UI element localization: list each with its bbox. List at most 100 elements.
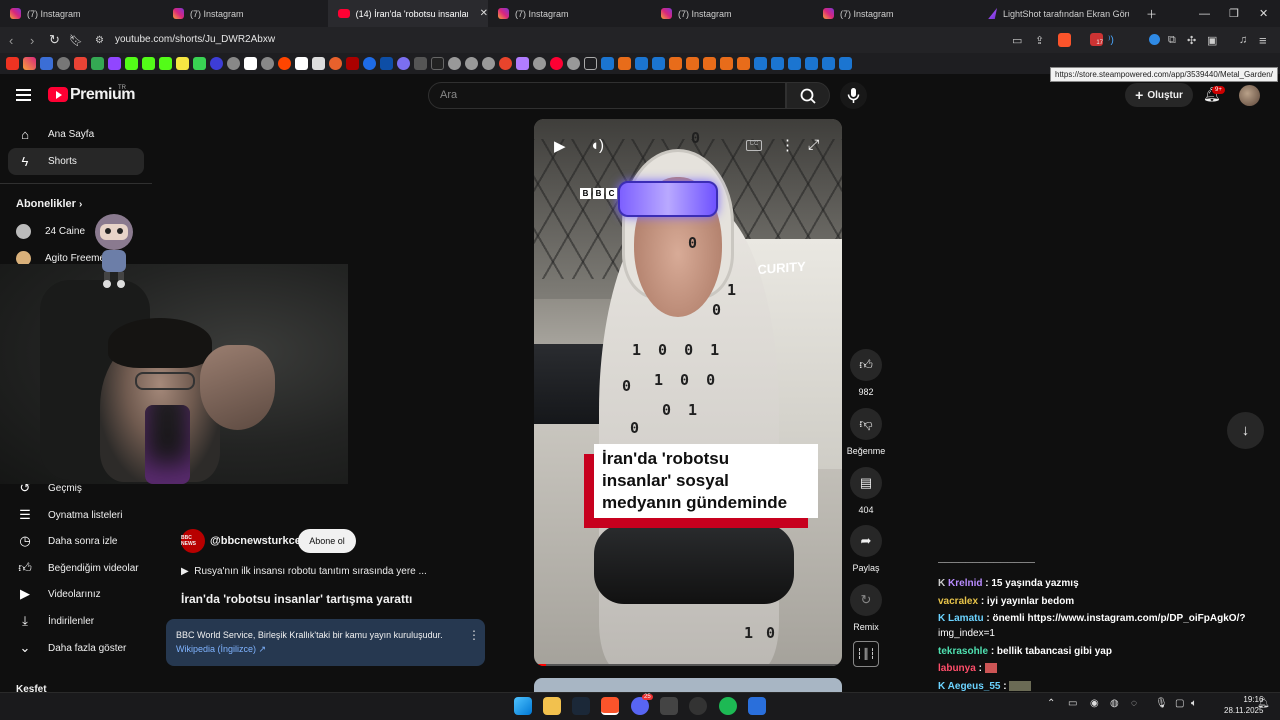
menu-icon[interactable]: ≡	[1259, 27, 1267, 53]
sidebar-item-home[interactable]: ⌂ Ana Sayfa	[16, 124, 94, 144]
channel-handle[interactable]: @bbcnewsturkce	[210, 535, 301, 547]
bookmark-icon[interactable]	[108, 57, 121, 70]
bookmark-icon[interactable]	[244, 57, 257, 70]
bookmark-icon[interactable]	[346, 57, 359, 70]
tab-instagram-3[interactable]: (7) Instagram	[488, 0, 650, 27]
bookmark-icon[interactable]	[567, 57, 580, 70]
bookmark-icon[interactable]	[91, 57, 104, 70]
next-video-button[interactable]: ↓	[1227, 412, 1264, 449]
bookmark-icon[interactable]	[227, 57, 240, 70]
battery-icon[interactable]: ▭	[1068, 698, 1077, 709]
comments-button[interactable]: ▤ 404	[846, 467, 886, 515]
forward-button[interactable]: ›	[30, 27, 34, 53]
wikipedia-link[interactable]: Wikipedia (İngilizce) ↗	[176, 642, 475, 656]
bookmark-icon[interactable]	[295, 57, 308, 70]
tray-app-icon[interactable]: ◉	[1090, 698, 1099, 709]
bookmark-icon[interactable]	[414, 57, 427, 70]
bookmark-icon[interactable]: 🔖︎	[69, 27, 83, 53]
dislike-button[interactable]: 👎︎ Beğenme	[846, 408, 886, 456]
app-icon[interactable]	[748, 697, 766, 715]
volume-icon[interactable]: ◖)	[590, 137, 604, 154]
cast-icon[interactable]: ▭	[1012, 27, 1022, 53]
site-settings-icon[interactable]: ⚙	[95, 27, 104, 53]
brave-browser-icon[interactable]	[601, 697, 619, 715]
bookmark-icon[interactable]	[431, 57, 444, 70]
bookmark-icon[interactable]	[669, 57, 682, 70]
youtube-logo-icon[interactable]	[48, 87, 68, 102]
steam-bookmark-icon[interactable]	[652, 57, 665, 70]
bookmark-icon[interactable]	[125, 57, 138, 70]
bookmark-icon[interactable]	[703, 57, 716, 70]
bookmark-icon[interactable]	[74, 57, 87, 70]
bookmark-icon[interactable]	[737, 57, 750, 70]
obs-icon[interactable]	[660, 697, 678, 715]
sidebar-show-more[interactable]: ⌄ Daha fazla göster	[16, 638, 127, 658]
more-options-icon[interactable]: ⋮	[468, 628, 480, 642]
steam-bookmark-icon[interactable]	[754, 57, 767, 70]
tab-youtube-active[interactable]: (14) İran'da 'robotsu insanlar' ta ✕	[328, 0, 488, 27]
sidebar-toggle-icon[interactable]: ▣	[1207, 27, 1217, 53]
bookmark-icon[interactable]	[57, 57, 70, 70]
short-video-player[interactable]: SECURITY 0 0 1 0 1 0 0 1 1 0 0 0 0 1 0 1…	[534, 119, 842, 666]
bookmark-icon[interactable]	[312, 57, 325, 70]
bookmark-icon[interactable]	[278, 57, 291, 70]
video-title[interactable]: İran'da 'robotsu insanlar' tartışma yara…	[181, 592, 412, 606]
bookmark-icon[interactable]	[261, 57, 274, 70]
audio-waveform-icon[interactable]: ┆║┆	[853, 641, 879, 667]
subscriptions-header[interactable]: Abonelikler ›	[16, 198, 82, 210]
bookmark-icon[interactable]	[6, 57, 19, 70]
chevron-up-icon[interactable]: ⌃	[1047, 698, 1055, 709]
steam-bookmark-icon[interactable]	[601, 57, 614, 70]
bookmark-icon[interactable]	[176, 57, 189, 70]
bookmark-icon[interactable]	[40, 57, 53, 70]
bookmark-icon[interactable]	[448, 57, 461, 70]
minimize-button[interactable]: —	[1199, 0, 1210, 27]
steam-bookmark-icon[interactable]	[771, 57, 784, 70]
bookmark-icon[interactable]	[363, 57, 376, 70]
share-icon[interactable]: ⇪	[1035, 27, 1044, 53]
menu-icon[interactable]	[16, 89, 31, 101]
sidebar-item-shorts[interactable]: ϟ Shorts	[16, 151, 77, 171]
sidebar-item-liked[interactable]: 👍︎ Beğendiğim videolar	[16, 558, 138, 578]
steam-bookmark-icon[interactable]	[788, 57, 801, 70]
sidebar-item-playlists[interactable]: ☰ Oynatma listeleri	[16, 505, 122, 525]
bookmark-icon[interactable]	[380, 57, 393, 70]
like-button[interactable]: 👍︎ 982	[846, 349, 886, 397]
sidebar-item-downloads[interactable]: ⤓ İndirilenler	[16, 611, 94, 631]
sidebar-sub-24-caine[interactable]: 24 Caine	[16, 221, 85, 241]
microphone-icon[interactable]: 🎙︎	[1155, 698, 1168, 709]
bookmark-icon[interactable]	[159, 57, 172, 70]
maximize-button[interactable]: ❐	[1229, 0, 1239, 27]
steam-bookmark-icon[interactable]	[839, 57, 852, 70]
bookmark-icon[interactable]	[533, 57, 546, 70]
create-button[interactable]: + Oluştur	[1125, 83, 1193, 107]
bookmark-icon[interactable]	[397, 57, 410, 70]
music-link[interactable]: ▶ Rusya'nın ilk insansı robotu tanıtım s…	[181, 566, 427, 577]
sidebar-item-watch-later[interactable]: ◷ Daha sonra izle	[16, 531, 117, 551]
channel-avatar[interactable]: BBC NEWS	[181, 529, 205, 553]
sidebar-item-your-videos[interactable]: ▶ Videolarınız	[16, 584, 101, 604]
search-input[interactable]: Ara	[428, 82, 786, 109]
account-avatar[interactable]	[1239, 85, 1260, 106]
bookmark-icon[interactable]	[142, 57, 155, 70]
extension-icon[interactable]: 17	[1090, 33, 1103, 46]
subscribe-button[interactable]: Abone ol	[298, 529, 356, 553]
network-icon[interactable]: ▢	[1175, 698, 1184, 709]
close-tab-icon[interactable]: ✕	[480, 8, 488, 19]
fullscreen-icon[interactable]: ⤢	[808, 136, 819, 153]
spotify-icon[interactable]	[719, 697, 737, 715]
volume-icon[interactable]: 🔈︎	[1191, 698, 1197, 709]
extension-wave-icon[interactable]: ⁾)	[1108, 27, 1114, 53]
share-button[interactable]: ➦ Paylaş	[846, 525, 886, 573]
file-explorer-icon[interactable]	[543, 697, 561, 715]
bookmark-icon[interactable]	[686, 57, 699, 70]
bookmark-icon[interactable]	[516, 57, 529, 70]
bookmark-icon[interactable]	[193, 57, 206, 70]
reload-button[interactable]: ↻	[49, 27, 60, 53]
steam-tray-icon[interactable]: ◍	[1110, 698, 1119, 709]
steam-icon[interactable]	[572, 697, 590, 715]
more-vertical-icon[interactable]: ⋮	[780, 136, 795, 154]
bookmark-icon[interactable]	[210, 57, 223, 70]
search-button[interactable]	[786, 82, 830, 109]
extension-windows-icon[interactable]: ⧉	[1168, 27, 1176, 53]
